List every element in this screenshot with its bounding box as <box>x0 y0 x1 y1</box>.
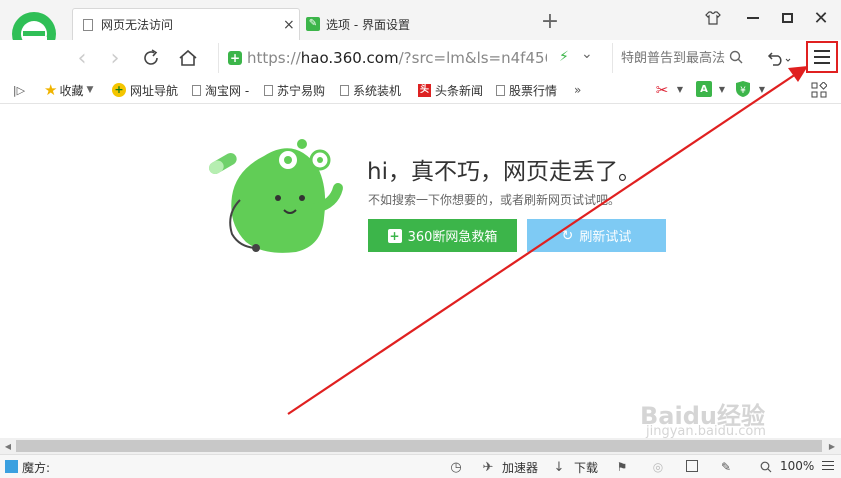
page-icon <box>496 84 505 96</box>
secure-site-icon: + <box>228 51 242 65</box>
chevron-down-icon: ▼ <box>86 85 94 95</box>
forward-icon[interactable]: › <box>103 46 127 71</box>
bookmark-label: 头条新闻 <box>435 83 484 98</box>
bookmark-system-install[interactable]: 系统装机 <box>340 82 401 98</box>
error-subtitle: 不如搜索一下你想要的，或者刷新网页试试吧。 <box>368 193 621 207</box>
zoom-icon[interactable] <box>758 459 774 475</box>
scrollbar-thumb[interactable] <box>16 440 822 452</box>
page-icon <box>340 84 349 96</box>
speed-mode-icon[interactable]: ⚡ <box>559 49 569 65</box>
horizontal-scrollbar[interactable]: ◀ ▶ <box>0 438 841 454</box>
bookmark-label: 股票行情 <box>509 83 558 98</box>
chevron-down-icon: ▼ <box>676 84 684 94</box>
chevron-down-icon: ▼ <box>718 84 726 94</box>
watermark: Baidu经验 jingyan.baidu.com <box>640 396 840 440</box>
bookmark-label: 苏宁易购 <box>277 83 326 98</box>
button-label: 360断网急救箱 <box>407 230 498 245</box>
tab-label: 网页无法访问 <box>101 18 174 32</box>
search-input[interactable] <box>619 47 727 69</box>
maximize-icon[interactable] <box>774 6 800 30</box>
close-tab-icon[interactable]: × <box>283 17 295 33</box>
apps-grid-icon[interactable] <box>810 81 828 99</box>
chevron-down-icon[interactable]: ⌄ <box>581 46 593 62</box>
home-icon[interactable] <box>176 46 200 70</box>
page-icon <box>192 84 201 96</box>
back-icon[interactable]: ‹ <box>70 46 94 71</box>
download-label[interactable]: 下载 <box>574 459 598 476</box>
status-bar: 魔方: ◷ ✈ 加速器 ↓ 下载 ⚑ ◎ ✎ 100% <box>0 454 841 478</box>
tab-bar: 网页无法访问 × ✎ 选项 - 界面设置 + ✕ <box>0 0 841 60</box>
zoom-level[interactable]: 100% <box>780 459 814 473</box>
history-icon[interactable]: ◷ <box>448 459 464 475</box>
sidebar-toggle-icon[interactable]: |▷ <box>12 82 26 98</box>
screenshot-icon[interactable]: ◎ <box>650 459 666 475</box>
translate-icon[interactable]: A <box>696 81 712 97</box>
search-icon[interactable] <box>729 49 743 68</box>
bookmark-label: 淘宝网 - <box>205 83 250 98</box>
news-icon: 头 <box>418 83 431 97</box>
menu-icon <box>814 50 830 64</box>
cube-icon[interactable] <box>5 460 18 473</box>
net-rescue-button[interactable]: + 360断网急救箱 <box>368 219 517 252</box>
scroll-left-icon[interactable]: ◀ <box>2 440 14 452</box>
new-tab-button[interactable]: + <box>538 8 562 36</box>
tab-page-unavailable[interactable]: 网页无法访问 × <box>72 8 300 40</box>
watermark-domain: jingyan.baidu.com <box>646 424 766 439</box>
refresh-button[interactable]: ↻ 刷新试试 <box>527 219 666 252</box>
url-scheme: https:// <box>247 49 301 67</box>
magic-label[interactable]: 魔方: <box>22 459 50 476</box>
bookmark-taobao[interactable]: 淘宝网 - <box>192 82 249 98</box>
scroll-right-icon[interactable]: ▶ <box>826 440 838 452</box>
download-icon[interactable]: ↓ <box>552 459 566 475</box>
rocket-icon[interactable]: ✈ <box>480 459 496 475</box>
main-menu-button[interactable] <box>806 41 838 73</box>
bookmark-label: 网址导航 <box>130 83 179 98</box>
window-icon[interactable] <box>686 460 698 472</box>
page-icon <box>83 18 93 31</box>
tab-options-ui-settings[interactable]: ✎ 选项 - 界面设置 <box>306 8 528 40</box>
scissors-icon[interactable]: ✂ <box>652 81 672 99</box>
reload-icon[interactable] <box>139 46 163 70</box>
page-content: hi，真不巧，网页走丢了。 不如搜索一下你想要的，或者刷新网页试试吧。 + 36… <box>0 104 841 440</box>
navigation-bar: ‹ › + https://hao.360.com/?src=lm&ls=n4f… <box>0 40 841 76</box>
bookmark-stocks[interactable]: 股票行情 <box>496 82 557 98</box>
nav-icon: + <box>112 83 126 97</box>
skin-icon[interactable] <box>700 6 726 30</box>
tab-label: 选项 - 界面设置 <box>326 17 410 32</box>
star-icon: ★ <box>44 81 58 99</box>
bookmark-nav[interactable]: + 网址导航 <box>112 82 178 98</box>
button-label: 刷新试试 <box>579 230 632 245</box>
bookmark-label: 系统装机 <box>353 83 402 98</box>
minimize-icon[interactable] <box>740 6 766 30</box>
bookmark-suning[interactable]: 苏宁易购 <box>264 82 325 98</box>
bookmark-favorites[interactable]: ★ 收藏 ▼ <box>44 81 94 99</box>
search-box[interactable] <box>612 43 749 73</box>
first-aid-icon: + <box>387 228 402 243</box>
url-host: hao.360.com <box>300 49 399 67</box>
bookmark-headlines[interactable]: 头 头条新闻 <box>418 82 483 98</box>
address-bar[interactable]: + https://hao.360.com/?src=lm&ls=n4f4564… <box>218 43 607 73</box>
bookmarks-bar: |▷ ★ 收藏 ▼ + 网址导航 淘宝网 - 苏宁易购 系统装机 头 头条新闻 … <box>0 76 841 104</box>
flag-icon[interactable]: ⚑ <box>614 459 630 475</box>
undo-close-tab-icon[interactable] <box>764 46 794 70</box>
url-text[interactable]: https://hao.360.com/?src=lm&ls=n4f456491… <box>247 49 547 67</box>
status-menu-icon[interactable] <box>822 461 834 470</box>
refresh-icon: ↻ <box>561 227 574 244</box>
bookmarks-more-button[interactable]: » <box>574 82 581 98</box>
svg-text:¥: ¥ <box>740 86 746 96</box>
chevron-down-icon: ▼ <box>758 84 766 94</box>
doctor-mascot-illustration <box>206 138 352 256</box>
compose-icon[interactable]: ✎ <box>718 459 734 475</box>
url-path: /?src=lm&ls=n4f4564919 <box>398 49 547 67</box>
wrench-icon: ✎ <box>306 17 320 31</box>
accelerator-label[interactable]: 加速器 <box>502 459 538 476</box>
close-window-icon[interactable]: ✕ <box>808 6 834 30</box>
page-icon <box>264 84 273 96</box>
error-title: hi，真不巧，网页走丢了。 <box>367 159 641 185</box>
shield-icon[interactable]: ¥ <box>735 80 751 98</box>
bookmark-label: 收藏 <box>59 83 84 98</box>
